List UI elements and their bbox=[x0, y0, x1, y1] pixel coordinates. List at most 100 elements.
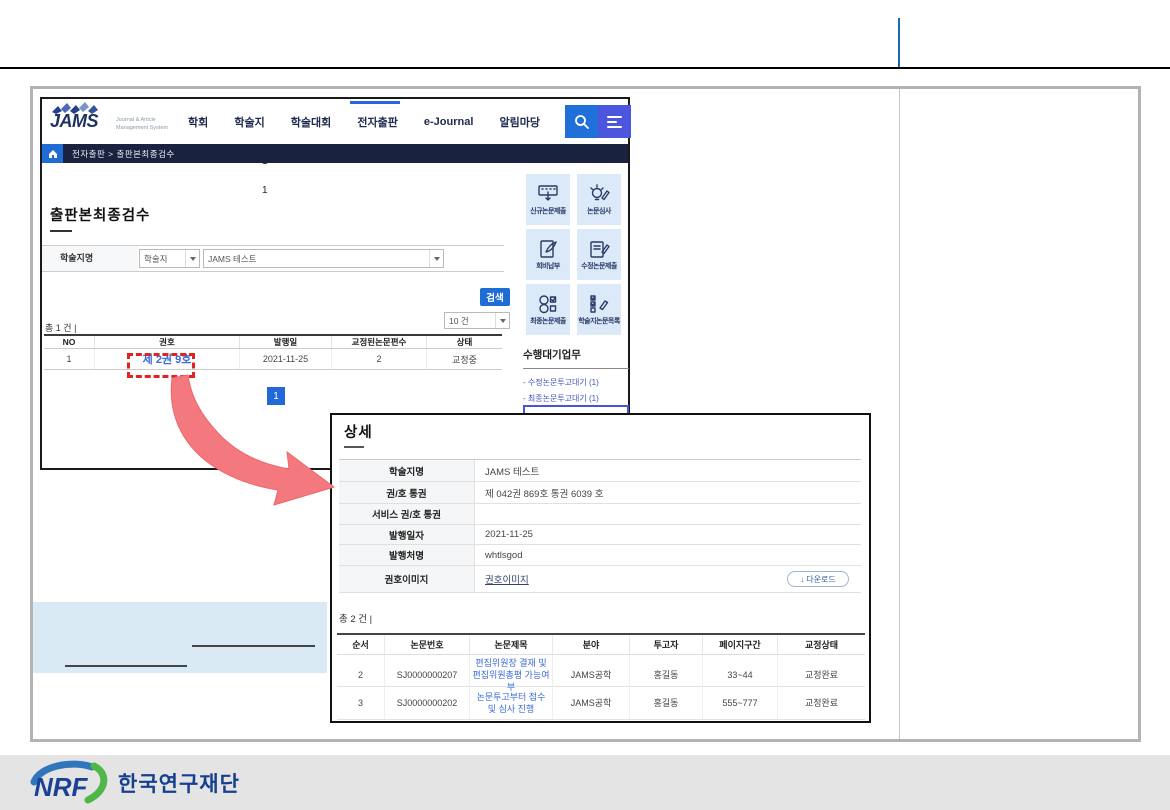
article-count: 총 2 건 | bbox=[339, 611, 372, 625]
stray-text-1: 1 bbox=[262, 156, 268, 167]
pending-tasks-underline bbox=[523, 368, 629, 369]
journal-type-value: 학술지 bbox=[140, 253, 185, 265]
col-header-field: 분야 bbox=[552, 635, 629, 654]
cell-status: 교정중 bbox=[426, 349, 502, 369]
right-column-divider bbox=[899, 89, 900, 739]
detail-row-publisher: 발행처명 whtlsgod bbox=[339, 545, 861, 566]
page-title: 출판본최종검수 bbox=[50, 204, 150, 225]
detail-row-service-volume: 서비스 권/호 통권 bbox=[339, 504, 861, 525]
nav-item-notice[interactable]: 알림마당 bbox=[500, 114, 540, 130]
top-blue-divider bbox=[898, 18, 900, 67]
download-arrow-icon: ↓ bbox=[800, 575, 804, 584]
article-table-header: 순서 논문번호 논문제목 분야 투고자 페이지구간 교정상태 bbox=[337, 633, 865, 655]
search-icon bbox=[574, 114, 590, 130]
col-header-date: 발행일 bbox=[239, 336, 331, 348]
result-count: 총 1 건 | bbox=[45, 321, 76, 334]
col-header-article-no: 논문번호 bbox=[384, 635, 469, 654]
journal-name-value: JAMS 테스트 bbox=[204, 253, 429, 265]
detail-table: 학술지명 JAMS 테스트 권/호 통권 제 042권 869호 통권 6039… bbox=[339, 459, 861, 593]
quickmenu-article-list[interactable]: 학술지논문목록 bbox=[577, 284, 621, 335]
search-button[interactable] bbox=[565, 105, 598, 138]
faces-check-icon bbox=[537, 294, 559, 314]
cell-no: 1 bbox=[44, 349, 94, 369]
detail-popup-title: 상세 bbox=[344, 421, 373, 442]
chevron-down-icon bbox=[429, 250, 443, 267]
quick-menu: 신규논문제출 논문심사 회비납부 bbox=[526, 174, 621, 335]
journal-type-select[interactable]: 학술지 bbox=[139, 249, 200, 268]
footer-org-name: 한국연구재단 bbox=[118, 768, 240, 798]
notepad-pencil-icon bbox=[588, 239, 610, 259]
detail-row-cover-image: 권호이미지 권호이미지 ↓ 다운로드 bbox=[339, 566, 861, 593]
pending-task-revised[interactable]: - 수정논문투고대기 (1) bbox=[523, 377, 599, 388]
article-row: 2 SJ0000000207 편집위원장 결재 및 편집위원총평 가능여부 JA… bbox=[337, 655, 865, 687]
page-size-select[interactable]: 10 건 bbox=[444, 312, 510, 329]
home-icon bbox=[48, 149, 58, 159]
col-header-submitter: 투고자 bbox=[629, 635, 702, 654]
pagination-page-1[interactable]: 1 bbox=[267, 387, 285, 405]
detail-popup: 상세 학술지명 JAMS 테스트 권/호 통권 제 042권 869호 통권 6… bbox=[330, 413, 871, 723]
quickmenu-new-submission[interactable]: 신규논문제출 bbox=[526, 174, 570, 225]
page-title-underline bbox=[50, 230, 72, 232]
pending-task-final[interactable]: - 최종논문투고대기 (1) bbox=[523, 393, 599, 404]
main-nav: 학회 학술지 학술대회 전자출판 e-Journal 알림마당 bbox=[188, 99, 540, 144]
annotation-highlight-box bbox=[33, 602, 327, 673]
col-header-issue: 권호 bbox=[94, 336, 239, 348]
page-size-value: 10 건 bbox=[445, 315, 495, 327]
nav-item-society[interactable]: 학회 bbox=[188, 114, 208, 130]
keyboard-icon bbox=[537, 184, 559, 204]
col-header-proof-status: 교정상태 bbox=[777, 635, 865, 654]
detail-row-volume: 권/호 통권 제 042권 869호 통권 6039 호 bbox=[339, 482, 861, 504]
detail-row-journal: 학술지명 JAMS 테스트 bbox=[339, 460, 861, 482]
jams-logo[interactable]: JAMS bbox=[50, 111, 98, 132]
detail-row-pubdate: 발행일자 2021-11-25 bbox=[339, 525, 861, 545]
breadcrumb: 전자출판 > 출판본최종검수 bbox=[72, 148, 175, 160]
col-header-count: 교정된논문편수 bbox=[331, 336, 426, 348]
jams-logo-subtitle: Journal & Article Management System bbox=[116, 116, 168, 133]
annotation-line-2 bbox=[65, 665, 187, 667]
quickmenu-review[interactable]: 논문심사 bbox=[577, 174, 621, 225]
annotation-line-1 bbox=[192, 645, 315, 647]
download-label: 다운로드 bbox=[806, 574, 835, 585]
hamburger-menu-button[interactable] bbox=[598, 105, 631, 138]
highlight-dashed-box bbox=[127, 353, 195, 378]
quickmenu-final-submission[interactable]: 최종논문제출 bbox=[526, 284, 570, 335]
active-nav-indicator bbox=[350, 101, 400, 104]
col-header-no: NO bbox=[44, 336, 94, 348]
jams-logo-subtitle-line1: Journal & Article bbox=[116, 116, 168, 124]
table-row: 1 제 2권 9호 2021-11-25 2 교정중 bbox=[44, 349, 502, 370]
top-horizontal-rule bbox=[0, 67, 1170, 69]
jams-logo-subtitle-line2: Management System bbox=[116, 124, 168, 132]
search-submit-button[interactable]: 검색 bbox=[480, 288, 510, 306]
col-header-pages: 페이지구간 bbox=[702, 635, 777, 654]
chevron-down-icon bbox=[185, 250, 199, 267]
quickmenu-revised-submission[interactable]: 수정논문제출 bbox=[577, 229, 621, 280]
nrf-logo: NRF bbox=[26, 760, 118, 806]
download-button[interactable]: ↓ 다운로드 bbox=[787, 571, 849, 587]
nav-item-epublish-active[interactable]: 전자출판 bbox=[357, 114, 397, 130]
bulb-pencil-icon bbox=[588, 184, 610, 204]
cover-image-link[interactable]: 권호이미지 bbox=[485, 572, 529, 586]
col-header-order: 순서 bbox=[337, 635, 384, 654]
nav-item-conference[interactable]: 학술대회 bbox=[291, 114, 331, 130]
journal-name-select[interactable]: JAMS 테스트 bbox=[203, 249, 444, 268]
quickmenu-fee-payment[interactable]: 회비납부 bbox=[526, 229, 570, 280]
home-button[interactable] bbox=[42, 144, 63, 163]
cell-count: 2 bbox=[331, 349, 426, 369]
col-header-status: 상태 bbox=[426, 336, 502, 348]
article-title-link[interactable]: 논문투고부터 접수 및 심사 진행 bbox=[469, 687, 552, 719]
paper-feather-icon bbox=[537, 239, 559, 259]
issue-list-table: NO 권호 발행일 교정된논문편수 상태 1 제 2권 9호 2021-11-2… bbox=[44, 334, 502, 370]
pending-tasks-title: 수행대기업무 bbox=[523, 347, 581, 362]
nav-item-ejournal[interactable]: e-Journal bbox=[424, 116, 474, 128]
page-root: JAMS Journal & Article Management System… bbox=[0, 0, 1170, 810]
stray-text-2: 1 bbox=[262, 185, 268, 196]
article-row: 3 SJ0000000202 논문투고부터 접수 및 심사 진행 JAMS공학 … bbox=[337, 687, 865, 720]
col-header-article-title: 논문제목 bbox=[469, 635, 552, 654]
nav-item-journal[interactable]: 학술지 bbox=[234, 114, 264, 130]
checklist-pencil-icon bbox=[588, 294, 610, 314]
cell-date: 2021-11-25 bbox=[239, 349, 331, 369]
detail-popup-title-underline bbox=[344, 446, 364, 448]
journal-name-label: 학술지명 bbox=[60, 251, 93, 264]
article-table: 순서 논문번호 논문제목 분야 투고자 페이지구간 교정상태 2 SJ00000… bbox=[337, 633, 865, 720]
svg-text:NRF: NRF bbox=[34, 772, 89, 802]
